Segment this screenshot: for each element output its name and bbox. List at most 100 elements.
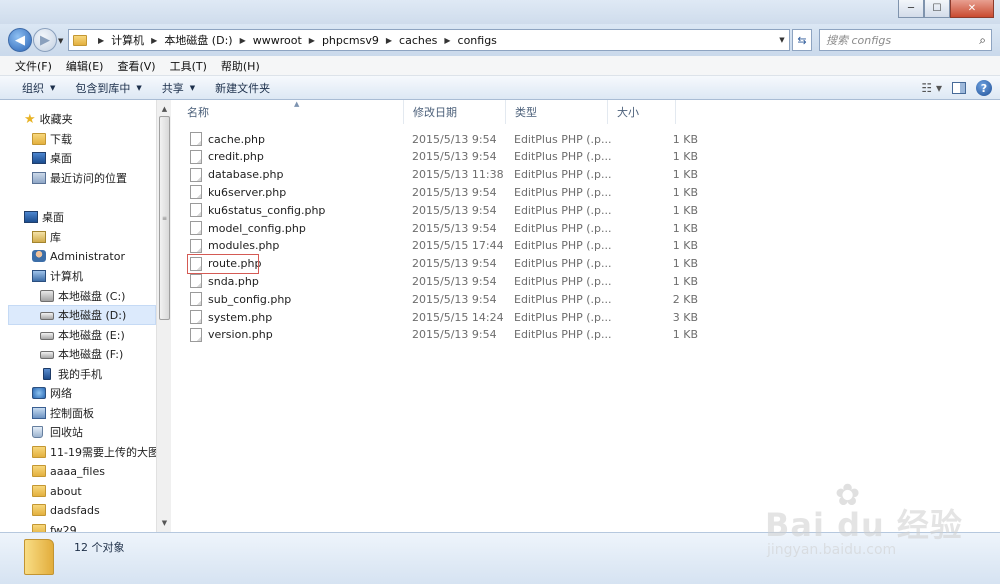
column-header-name[interactable]: 名称 ▲ xyxy=(178,100,404,124)
menu-edit[interactable]: 编辑(E) xyxy=(59,58,111,74)
column-header-size[interactable]: 大小 xyxy=(608,100,676,124)
search-icon[interactable]: ⌕ xyxy=(979,33,986,48)
nav-drive-f[interactable]: 本地磁盘 (F:) xyxy=(40,344,123,364)
breadcrumb-caches[interactable]: caches xyxy=(399,34,437,47)
scrollbar-thumb[interactable]: ≡ xyxy=(159,116,170,320)
file-row[interactable]: model_config.php 2015/5/13 9:54 EditPlus P… xyxy=(186,219,706,237)
file-date: 2015/5/13 9:54 xyxy=(412,150,497,164)
share-button[interactable]: 共享 ▼ xyxy=(154,80,207,96)
file-row[interactable]: cache.php 2015/5/13 9:54 EditPlus PHP (.p.… xyxy=(186,130,706,148)
file-name: cache.php xyxy=(208,132,266,146)
breadcrumb-drive-d[interactable]: 本地磁盘 (D:) xyxy=(164,32,232,48)
nav-folder[interactable]: dadsfads xyxy=(32,500,100,520)
nav-my-phone[interactable]: 我的手机 xyxy=(40,364,102,384)
breadcrumb-chevron-icon[interactable]: ▶ xyxy=(240,36,246,45)
network-icon xyxy=(32,387,46,399)
nav-favorites[interactable]: ★ 收藏夹 xyxy=(24,109,73,129)
breadcrumb-chevron-icon[interactable]: ▶ xyxy=(444,36,450,45)
address-bar[interactable]: ▶ 计算机 ▶ 本地磁盘 (D:) ▶ wwwroot ▶ phpcmsv9 ▶… xyxy=(68,29,790,51)
organize-button[interactable]: 组织 ▼ xyxy=(14,80,67,96)
file-date: 2015/5/15 17:44 xyxy=(412,239,504,253)
preview-pane-icon[interactable] xyxy=(952,82,966,94)
file-row[interactable]: credit.php 2015/5/13 9:54 EditPlus PHP (.p… xyxy=(186,148,706,166)
scroll-down-icon[interactable]: ▼ xyxy=(157,516,172,530)
include-in-library-button[interactable]: 包含到库中 ▼ xyxy=(67,80,153,96)
nav-drive-e[interactable]: 本地磁盘 (E:) xyxy=(40,325,125,345)
nav-control-panel[interactable]: 控制面板 xyxy=(32,403,94,423)
file-row[interactable]: sub_config.php 2015/5/13 9:54 EditPlus PHP… xyxy=(186,290,706,308)
nav-recent-places[interactable]: 最近访问的位置 xyxy=(32,168,127,188)
breadcrumb-chevron-icon[interactable]: ▶ xyxy=(98,36,104,45)
nav-label: 本地磁盘 (E:) xyxy=(58,329,125,342)
nav-administrator[interactable]: Administrator xyxy=(32,246,125,266)
nav-desktop-favorite[interactable]: 桌面 xyxy=(32,148,72,168)
close-button[interactable]: ✕ xyxy=(950,0,994,18)
column-header-date[interactable]: 修改日期 xyxy=(404,100,506,124)
column-header-type[interactable]: 类型 xyxy=(506,100,608,124)
menu-view[interactable]: 查看(V) xyxy=(110,58,162,74)
help-icon[interactable]: ? xyxy=(976,80,992,96)
file-name: snda.php xyxy=(208,274,259,288)
file-row[interactable]: database.php 2015/5/13 11:38 EditPlus PHP … xyxy=(186,166,706,184)
recent-pages-dropdown[interactable]: ▼ xyxy=(58,37,63,45)
scroll-up-icon[interactable]: ▲ xyxy=(157,102,172,116)
nav-folder[interactable]: 11-19需要上传的大图 xyxy=(32,442,159,462)
nav-folder[interactable]: about xyxy=(32,481,82,501)
nav-desktop[interactable]: 桌面 xyxy=(24,207,64,227)
breadcrumb-chevron-icon[interactable]: ▶ xyxy=(151,36,157,45)
nav-label: 计算机 xyxy=(50,270,83,283)
breadcrumb-computer[interactable]: 计算机 xyxy=(111,32,144,48)
file-row[interactable]: system.php 2015/5/15 14:24 EditPlus PHP (.… xyxy=(186,308,706,326)
breadcrumb-chevron-icon[interactable]: ▶ xyxy=(386,36,392,45)
nav-drive-c[interactable]: 本地磁盘 (C:) xyxy=(40,286,125,306)
breadcrumb-wwwroot[interactable]: wwwroot xyxy=(253,34,302,47)
file-row[interactable]: route.php 2015/5/13 9:54 EditPlus PHP (.p.… xyxy=(186,255,706,273)
change-view-button[interactable]: ☷ ▾ xyxy=(921,81,942,95)
file-size: 1 KB xyxy=(672,239,698,253)
file-row[interactable]: version.php 2015/5/13 9:54 EditPlus PHP (.… xyxy=(186,326,706,344)
nav-folder[interactable]: aaaa_files xyxy=(32,461,105,481)
nav-libraries[interactable]: 库 xyxy=(32,227,61,247)
php-file-icon xyxy=(190,274,202,289)
file-size: 1 KB xyxy=(672,328,698,342)
file-type: EditPlus PHP (.p... xyxy=(514,132,612,146)
drive-icon xyxy=(40,312,54,320)
file-type: EditPlus PHP (.p... xyxy=(514,185,612,199)
nav-folder[interactable]: fw29 xyxy=(32,520,77,532)
libraries-icon xyxy=(32,231,46,243)
menu-help[interactable]: 帮助(H) xyxy=(214,58,267,74)
menu-tools[interactable]: 工具(T) xyxy=(163,58,214,74)
file-date: 2015/5/13 9:54 xyxy=(412,257,497,271)
nav-recycle-bin[interactable]: 回收站 xyxy=(32,422,83,442)
refresh-button[interactable]: ⇆ xyxy=(792,29,812,51)
folder-icon xyxy=(32,485,46,497)
new-folder-button[interactable]: 新建文件夹 xyxy=(207,80,282,96)
file-type: EditPlus PHP (.p... xyxy=(514,257,612,271)
file-size: 2 KB xyxy=(672,292,698,306)
nav-downloads[interactable]: 下载 xyxy=(32,129,72,149)
file-row[interactable]: modules.php 2015/5/15 17:44 EditPlus PHP (… xyxy=(186,237,706,255)
file-type: EditPlus PHP (.p... xyxy=(514,168,612,182)
file-row[interactable]: ku6server.php 2015/5/13 9:54 EditPlus PHP … xyxy=(186,183,706,201)
breadcrumb-phpcmsv9[interactable]: phpcmsv9 xyxy=(322,34,379,47)
include-label: 包含到库中 xyxy=(75,81,131,95)
breadcrumb-configs[interactable]: configs xyxy=(458,34,497,47)
navigation-scrollbar[interactable]: ▲ ≡ ▼ xyxy=(156,100,171,532)
nav-label: 下载 xyxy=(50,133,72,146)
menu-file[interactable]: 文件(F) xyxy=(8,58,59,74)
back-arrow-icon: ◀ xyxy=(15,32,25,48)
nav-drive-d[interactable]: 本地磁盘 (D:) xyxy=(8,305,156,325)
file-row[interactable]: snda.php 2015/5/13 9:54 EditPlus PHP (.p..… xyxy=(186,272,706,290)
forward-button[interactable]: ▶ xyxy=(33,28,57,52)
file-name: database.php xyxy=(208,168,284,182)
maximize-button[interactable]: ☐ xyxy=(924,0,950,18)
file-row[interactable]: ku6status_config.php 2015/5/13 9:54 EditPl… xyxy=(186,201,706,219)
address-history-dropdown[interactable]: ▼ xyxy=(775,36,789,44)
back-button[interactable]: ◀ xyxy=(8,28,32,52)
file-date: 2015/5/13 9:54 xyxy=(412,132,497,146)
search-input[interactable]: 搜索 configs ⌕ xyxy=(819,29,992,51)
nav-computer[interactable]: 计算机 xyxy=(32,266,83,286)
breadcrumb-chevron-icon[interactable]: ▶ xyxy=(309,36,315,45)
minimize-button[interactable]: ─ xyxy=(898,0,924,18)
nav-network[interactable]: 网络 xyxy=(32,383,72,403)
